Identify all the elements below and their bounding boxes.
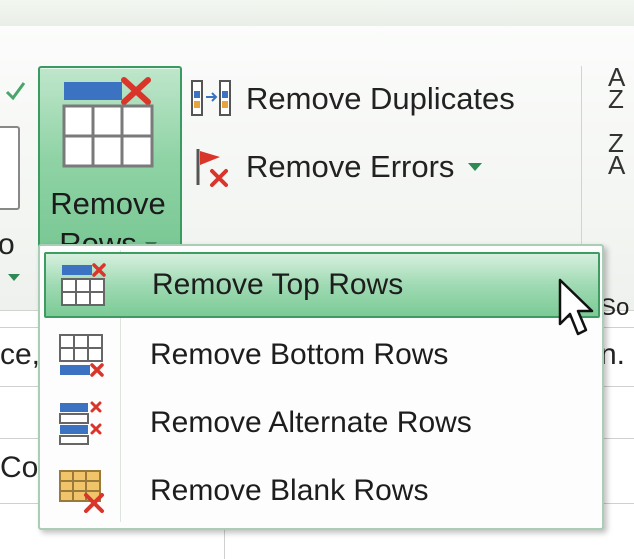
remove-rows-button[interactable]: Remove Rows	[38, 66, 182, 272]
remove-duplicates-button[interactable]: Remove Duplicates	[190, 74, 515, 124]
menu-item-label: Remove Bottom Rows	[150, 338, 449, 371]
chevron-down-icon	[468, 163, 483, 171]
menu-item-remove-bottom-rows[interactable]: Remove Bottom Rows	[44, 324, 596, 386]
menu-item-remove-alternate-rows[interactable]: Remove Alternate Rows	[44, 392, 596, 454]
remove-bottom-rows-icon	[59, 334, 104, 377]
remove-errors-button[interactable]: Remove Errors	[190, 142, 483, 192]
previous-ribbon-button[interactable]: o	[0, 66, 30, 281]
remove-duplicates-label: Remove Duplicates	[246, 81, 515, 116]
sort-ascending-button[interactable]: AZ ZA	[608, 66, 634, 206]
remove-alternate-rows-icon	[59, 401, 102, 445]
menu-item-remove-top-rows[interactable]: Remove Top Rows	[44, 252, 600, 318]
sort-za-icon: ZA	[608, 128, 626, 180]
remove-errors-icon	[196, 149, 228, 187]
column-header[interactable]: Co	[0, 451, 38, 485]
menu-item-label: Remove Top Rows	[152, 268, 404, 301]
remove-blank-rows-icon	[59, 470, 104, 513]
sort-az-icon: AZ	[608, 66, 626, 114]
remove-rows-label-line1: Remove	[50, 186, 166, 221]
sort-group-label: So	[600, 294, 630, 321]
menu-item-remove-blank-rows[interactable]: Remove Blank Rows	[44, 460, 596, 522]
menu-item-label: Remove Alternate Rows	[150, 406, 472, 439]
previous-button-label: o	[0, 228, 15, 261]
table-icon	[0, 126, 20, 210]
remove-rows-dropdown-menu: Remove Top Rows Remove Bottom Rows Remov…	[38, 244, 604, 530]
menu-item-label: Remove Blank Rows	[150, 474, 429, 507]
chevron-down-icon	[8, 274, 20, 281]
remove-errors-label: Remove Errors	[246, 149, 455, 184]
check-icon	[5, 82, 26, 101]
remove-top-rows-icon	[61, 263, 106, 306]
window-top-strip	[0, 0, 634, 27]
remove-duplicates-icon	[191, 80, 231, 116]
formula-text-left: ce,	[0, 338, 41, 371]
mouse-pointer-icon	[558, 278, 594, 336]
remove-rows-icon	[62, 77, 154, 168]
